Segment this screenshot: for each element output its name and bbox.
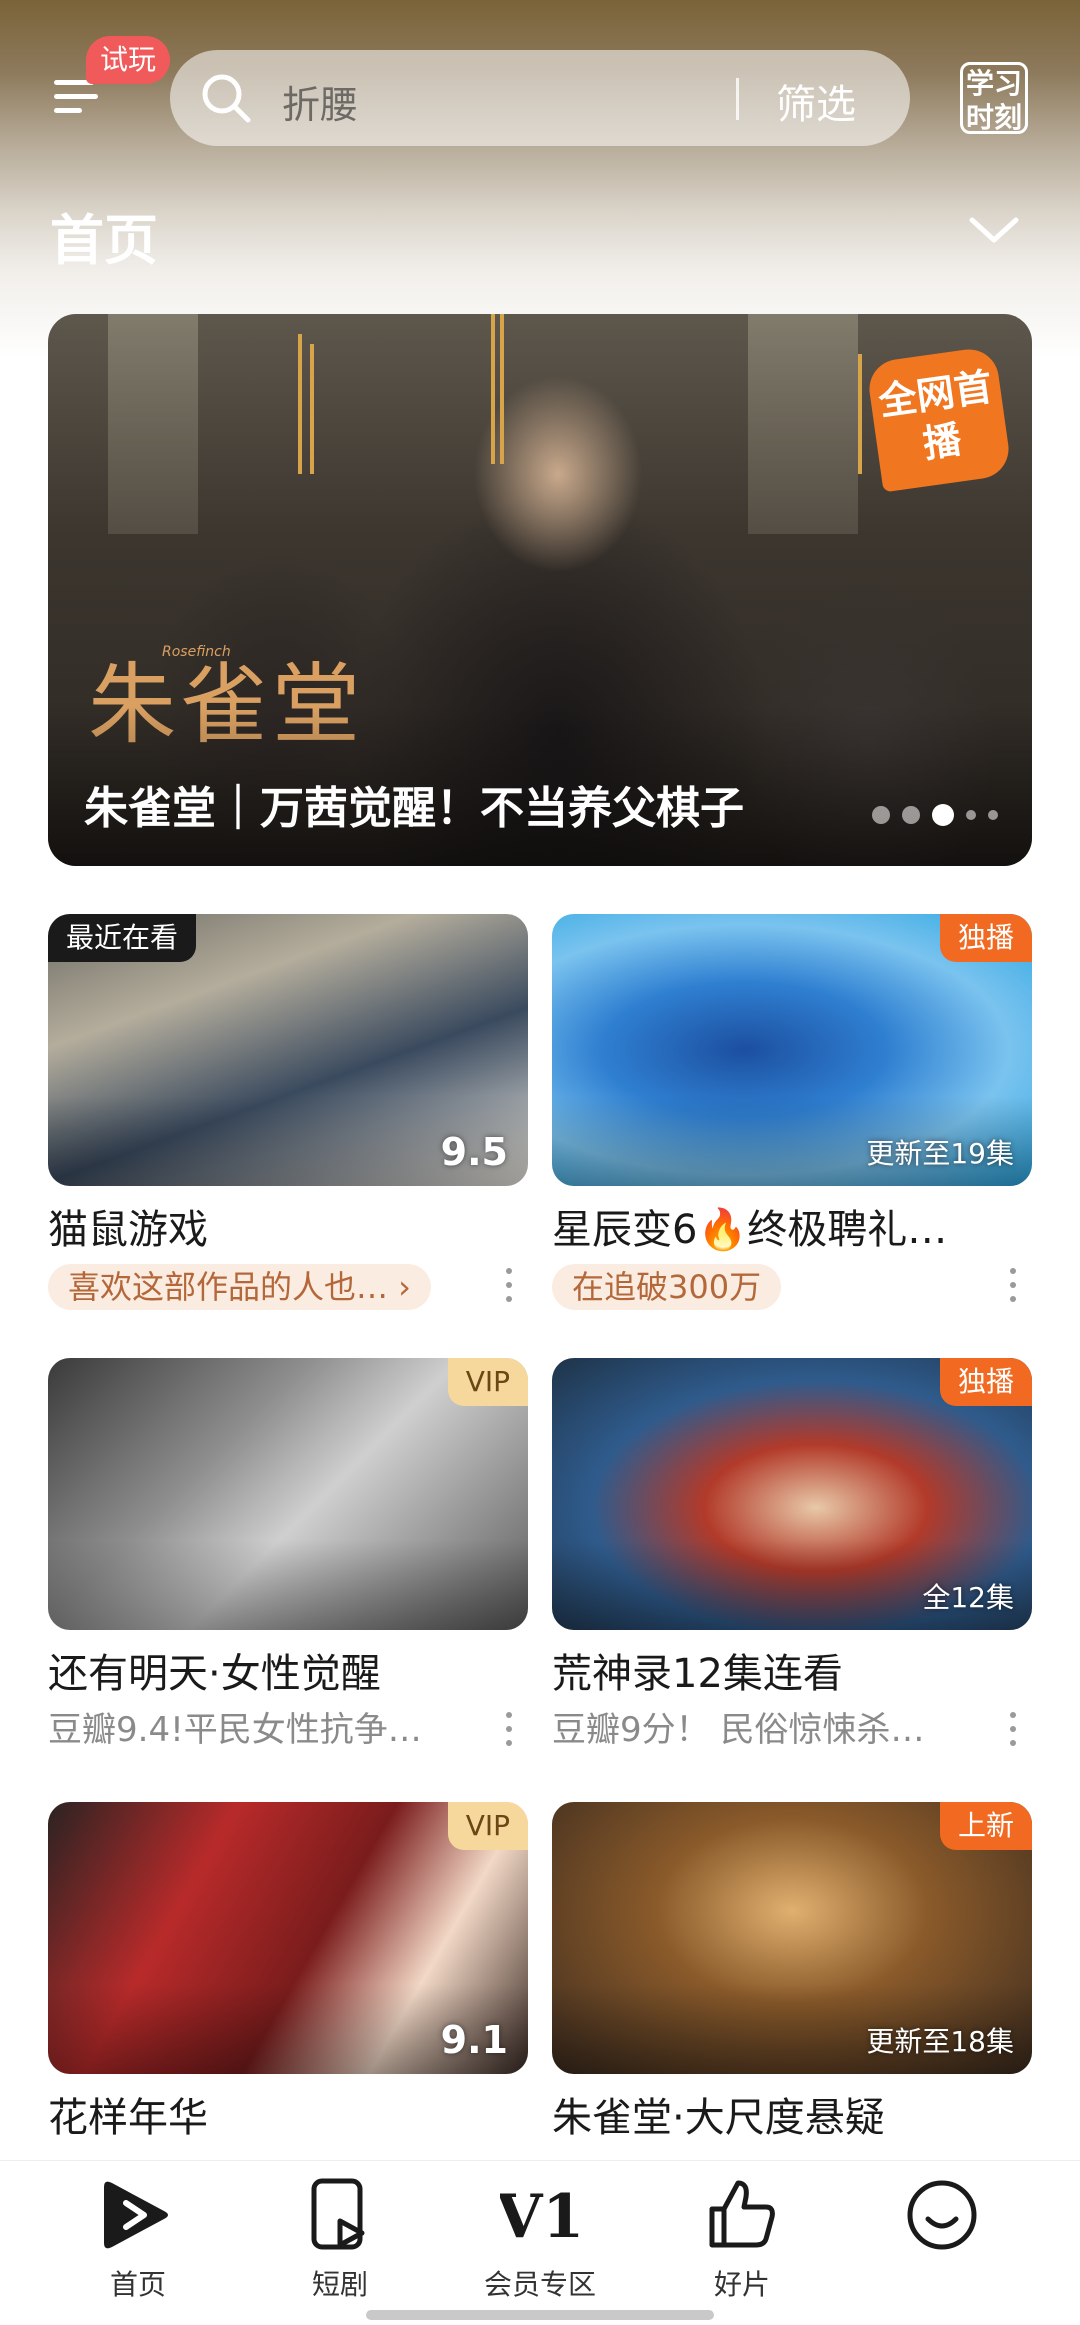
nav-good-films[interactable]: 好片 (672, 2175, 812, 2303)
card-thumbnail[interactable]: VIP 9.1 (48, 1802, 528, 2074)
card-tag: VIP (447, 1358, 528, 1406)
smile-face-icon (902, 2175, 982, 2255)
nav-short-drama-label: 短剧 (311, 2268, 368, 2301)
banner-logo-subtext: Rosefinch (162, 644, 231, 660)
card-title[interactable]: 猫鼠游戏 (48, 1204, 528, 1256)
card-title[interactable]: 花样年华 (48, 2092, 528, 2144)
search-bar[interactable]: 折腰 筛选 (170, 50, 910, 146)
home-indicator[interactable] (366, 2310, 714, 2320)
pagination-dot (988, 810, 998, 820)
card-thumbnail[interactable]: 最近在看 9.5 (48, 914, 528, 1186)
nav-short-drama[interactable]: 短剧 (270, 2175, 410, 2303)
card-tag: 独播 (939, 1358, 1032, 1406)
nav-vip-zone[interactable]: V1 会员专区 (470, 2175, 610, 2303)
banner-incense (500, 314, 504, 464)
banner-incense (491, 314, 495, 464)
card-episodes: 更新至18集 (866, 2025, 1014, 2058)
content-card[interactable]: 独播全12集荒神录12集连看豆瓣9分！ 民俗惊悚杀… (552, 1358, 1032, 1756)
play-home-icon (98, 2175, 178, 2255)
card-subtitle-row: 豆瓣9.4!平民女性抗争… (48, 1706, 528, 1756)
pagination-dot-active (932, 804, 954, 826)
banner-incense (858, 354, 862, 474)
content-card[interactable]: VIP 9.1 花样年华 (48, 1802, 528, 2144)
svg-text:V1: V1 (500, 2182, 580, 2252)
banner-pagination (872, 804, 998, 826)
card-title[interactable]: 还有明天·女性觉醒 (48, 1648, 528, 1700)
pagination-dot (966, 810, 976, 820)
content-card[interactable]: 最近在看 9.5 猫鼠游戏喜欢这部作品的人也… › (48, 914, 528, 1312)
page-title[interactable]: 首页 (50, 196, 158, 275)
card-thumbnail[interactable]: 独播更新至19集 (552, 914, 1032, 1186)
card-thumbnail[interactable]: VIP (48, 1358, 528, 1630)
card-tag: 独播 (939, 914, 1032, 962)
vip-zone-icon: V1 (495, 2175, 584, 2255)
card-thumbnail[interactable]: 独播全12集 (552, 1358, 1032, 1630)
card-pill[interactable]: 喜欢这部作品的人也… › (48, 1264, 431, 1310)
hero-banner[interactable]: 朱雀堂 Rosefinch 全网首播 朱雀堂｜万茜觉醒！不当养父棋子 (48, 314, 1032, 866)
banner-backdrop (748, 314, 858, 534)
card-title[interactable]: 朱雀堂·大尺度悬疑 (552, 2092, 1032, 2144)
more-options-icon[interactable] (1008, 1712, 1018, 1752)
search-input[interactable]: 折腰 (282, 74, 358, 129)
search-divider (736, 78, 739, 120)
trial-badge[interactable]: 试玩 (86, 36, 171, 84)
card-subtitle-row: 喜欢这部作品的人也… › (48, 1262, 528, 1312)
pagination-dot (872, 806, 890, 824)
search-icon (202, 74, 251, 123)
content-card[interactable]: 独播更新至19集星辰变6🔥终极聘礼… 在追破300万 (552, 914, 1032, 1312)
card-title[interactable]: 星辰变6🔥终极聘礼… (552, 1204, 1032, 1256)
content-card[interactable]: VIP 还有明天·女性觉醒豆瓣9.4!平民女性抗争… (48, 1358, 528, 1756)
nav-good-films-label: 好片 (713, 2268, 770, 2301)
nav-home-label: 首页 (109, 2268, 166, 2301)
card-subtitle-row: 豆瓣9分！ 民俗惊悚杀… (552, 1706, 1032, 1756)
card-tag: 最近在看 (48, 914, 197, 962)
short-drama-icon (300, 2175, 380, 2255)
card-subtitle: 豆瓣9分！ 民俗惊悚杀… (552, 1710, 925, 1750)
banner-caption: 朱雀堂｜万茜觉醒！不当养父棋子 (84, 783, 744, 834)
thumbnail-shade (48, 1540, 528, 1630)
chevron-down-icon[interactable] (966, 212, 1022, 248)
card-tag: 上新 (939, 1802, 1032, 1850)
card-title[interactable]: 荒神录12集连看 (552, 1648, 1032, 1700)
card-subtitle: 豆瓣9.4!平民女性抗争… (48, 1710, 422, 1750)
bottom-navigation: 首页 短剧 V1 会员专区 好片 (0, 2160, 1080, 2325)
card-rating: 9.1 (440, 2018, 508, 2062)
banner-incense (298, 334, 302, 474)
content-card[interactable]: 上新更新至18集朱雀堂·大尺度悬疑 (552, 1802, 1032, 2144)
pagination-dot (902, 806, 920, 824)
card-rating: 9.5 (440, 1130, 508, 1174)
more-options-icon[interactable] (504, 1268, 514, 1308)
nav-home[interactable]: 首页 (68, 2175, 208, 2303)
card-episodes: 全12集 (922, 1581, 1014, 1614)
premiere-badge: 全网首播 (865, 345, 1013, 493)
nav-vip-zone-label: 会员专区 (483, 2268, 596, 2301)
nav-profile[interactable] (872, 2175, 1012, 2263)
more-options-icon[interactable] (504, 1712, 514, 1752)
banner-backdrop (108, 314, 198, 534)
card-thumbnail[interactable]: 上新更新至18集 (552, 1802, 1032, 2074)
card-tag: VIP (447, 1802, 528, 1850)
more-options-icon[interactable] (1008, 1268, 1018, 1308)
banner-incense (310, 344, 314, 474)
card-pill[interactable]: 在追破300万 (552, 1264, 782, 1310)
card-subtitle-row: 在追破300万 (552, 1262, 1032, 1312)
card-episodes: 更新至19集 (866, 1137, 1014, 1170)
filter-button[interactable]: 筛选 (776, 72, 856, 130)
thumbs-up-icon (702, 2175, 782, 2255)
study-moment-icon[interactable]: 学习时刻 (960, 62, 1028, 134)
